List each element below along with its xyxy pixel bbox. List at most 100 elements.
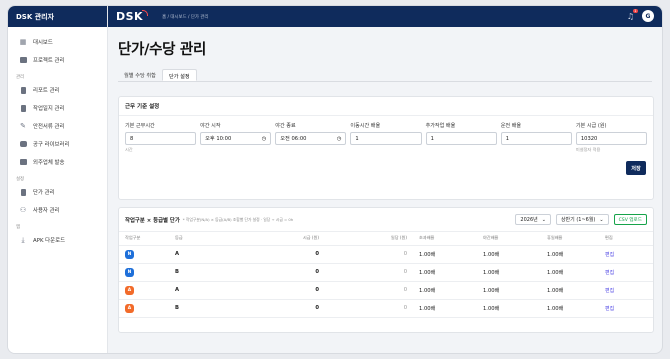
overtime-cell: 1.00배 — [413, 245, 477, 264]
pencil-icon: ✎ — [20, 122, 26, 130]
extra-work-multiplier-input[interactable]: 1 — [425, 132, 497, 145]
overtime-cell: 1.00배 — [413, 299, 477, 318]
download-icon: ⤓ — [21, 235, 25, 244]
chevron-down-icon: ⌄ — [599, 216, 604, 223]
holiday-cell: 1.00배 — [541, 299, 599, 318]
extra-work-multiplier-field: 추가작업 배율 1 — [425, 122, 497, 153]
travel-multiplier-field: 이동시간 배율 1 — [350, 122, 422, 153]
hourly-cell: 0 — [237, 245, 325, 264]
grade-cell: B — [169, 263, 237, 282]
field-hint: 시간 — [125, 147, 133, 152]
base-hours-input[interactable]: 8 — [125, 132, 197, 145]
sidebar-item-tool-library[interactable]: 공구 라이브러리 — [8, 135, 107, 153]
edit-link[interactable]: 편집 — [605, 252, 614, 258]
logo[interactable]: DSK — [116, 10, 149, 23]
hourly-cell: 0 — [237, 263, 325, 282]
travel-multiplier-input[interactable]: 1 — [350, 132, 422, 145]
sidebar-item-label: 안전서류 관리 — [33, 124, 65, 130]
table-row: N A 0 0 1.00배 1.00배 1.00배 편집 — [119, 245, 653, 264]
col-header-overtime: 초과배율 — [413, 232, 477, 246]
page-title: 단가/수당 관리 — [118, 42, 206, 58]
sidebar-section-manage: 관리 — [16, 75, 25, 80]
topbar-actions: ♫ 1 G — [627, 8, 654, 22]
night-cell: 1.00배 — [477, 245, 541, 264]
field-hint: 미설정자 적용 — [575, 147, 601, 152]
field-label: 이동시간 배율 — [350, 123, 381, 129]
night-cell: 1.00배 — [477, 263, 541, 282]
sidebar-item-label: 대시보드 — [33, 40, 53, 46]
daily-cell: 0 — [325, 263, 413, 282]
half-select[interactable]: 상반기 (1~6월) ⌄ — [555, 214, 609, 225]
users-icon: ⚇ — [19, 206, 27, 214]
avatar[interactable]: G — [642, 10, 654, 22]
grade-cell: B — [169, 299, 237, 318]
sidebar-item-dashboard[interactable]: ▦ 대시보드 — [8, 33, 107, 51]
base-hours-field: 기본 근무시간 8 시간 — [125, 122, 197, 153]
rates-table: 작업구분 등급 시급 (원) 일당 (원) 초과배율 야간배율 휴일배율 편집 … — [119, 232, 653, 318]
grid-icon: ▦ — [19, 38, 27, 46]
folder-icon — [19, 57, 27, 64]
field-label: 추가작업 배율 — [425, 123, 456, 129]
grade-cell: A — [169, 281, 237, 300]
night-start-input[interactable]: 오후 10:00 ◷ — [200, 132, 272, 145]
hourly-cell: 0 — [237, 299, 325, 318]
sidebar: DSK 관리자 ▦ 대시보드 프로젝트 관리 관리 리포트 관리 작업일지 관리… — [8, 6, 108, 353]
night-cell: 1.00배 — [477, 281, 541, 300]
sidebar-item-safety-docs[interactable]: ✎ 안전서류 관리 — [8, 117, 107, 135]
sidebar-section-misc: 앱 — [16, 225, 21, 230]
hourly-cell: 0 — [237, 281, 325, 300]
night-end-input[interactable]: 오전 06:00 ◷ — [275, 132, 347, 145]
sidebar-section-settings: 설정 — [16, 177, 25, 182]
topbar: DSK 홈 / 대시보드 / 단가 관리 ♫ 1 G — [108, 6, 662, 27]
sidebar-item-label: 리포트 관리 — [33, 88, 60, 94]
sidebar-item-reports[interactable]: 리포트 관리 — [8, 81, 107, 99]
daily-cell: 0 — [325, 281, 413, 300]
breadcrumb: 홈 / 대시보드 / 단가 관리 — [162, 14, 209, 20]
table-row: A A 0 0 1.00배 1.00배 1.00배 편집 — [119, 281, 653, 300]
base-hourly-wage-input[interactable]: 10320 — [575, 132, 647, 145]
csv-upload-button[interactable]: CSV 업로드 — [613, 214, 647, 225]
tabs: 월별 수당 취합 단가 설정 — [118, 69, 652, 82]
night-end-field: 야간 종료 오전 06:00 ◷ — [275, 122, 347, 153]
tab-monthly-allowance[interactable]: 월별 수당 취합 — [118, 69, 162, 81]
edit-link[interactable]: 편집 — [605, 306, 614, 312]
document-icon — [19, 188, 27, 196]
work-criteria-card: 근무 기준 설정 기본 근무시간 8 시간 야간 시작 오후 10:00 ◷ 야간… — [118, 96, 654, 200]
driving-multiplier-input[interactable]: 1 — [500, 132, 572, 145]
year-select[interactable]: 2026년 ⌄ — [515, 214, 551, 225]
sidebar-item-users[interactable]: ⚇ 사용자 관리 — [8, 201, 107, 219]
edit-link[interactable]: 편집 — [605, 270, 614, 276]
daily-cell: 0 — [325, 245, 413, 264]
sidebar-item-projects[interactable]: 프로젝트 관리 — [8, 51, 107, 69]
driving-multiplier-field: 운전 배율 1 — [500, 122, 572, 153]
daily-cell: 0 — [325, 299, 413, 318]
rates-header: 작업구분 × 등급별 단가 * 작업구분(N/A) × 등급(A/B) 조합별 … — [119, 208, 653, 232]
overtime-cell: 1.00배 — [413, 281, 477, 300]
document-icon — [19, 104, 27, 112]
col-header-night: 야간배율 — [477, 232, 541, 246]
app-window: DSK 관리자 ▦ 대시보드 프로젝트 관리 관리 리포트 관리 작업일지 관리… — [7, 5, 663, 354]
work-criteria-title: 근무 기준 설정 — [119, 97, 653, 116]
grade-cell: A — [169, 245, 237, 264]
col-header-edit: 편집 — [599, 232, 653, 246]
bell-icon[interactable]: ♫ 1 — [627, 8, 638, 21]
rates-title: 작업구분 × 등급별 단가 — [125, 217, 180, 224]
edit-link[interactable]: 편집 — [605, 288, 614, 294]
type-badge-a: A — [125, 285, 134, 295]
save-button[interactable]: 저장 — [626, 161, 646, 175]
sidebar-item-worklogs[interactable]: 작업일지 관리 — [8, 99, 107, 117]
sidebar-item-apk-download[interactable]: ⤓ APK 다운로드 — [8, 231, 107, 249]
col-header-grade: 등급 — [169, 232, 237, 246]
rates-card: 작업구분 × 등급별 단가 * 작업구분(N/A) × 등급(A/B) 조합별 … — [118, 207, 654, 333]
criteria-fields: 기본 근무시간 8 시간 야간 시작 오후 10:00 ◷ 야간 종료 오전 06… — [119, 116, 653, 153]
sidebar-item-outsourcing[interactable]: 외주업체 발송 — [8, 153, 107, 171]
mail-icon — [19, 159, 27, 166]
sidebar-item-rates[interactable]: 단가 관리 — [8, 183, 107, 201]
field-label: 운전 배율 — [500, 123, 522, 129]
night-cell: 1.00배 — [477, 299, 541, 318]
col-header-daily: 일당 (원) — [325, 232, 413, 246]
field-label: 기본 근무시간 — [125, 123, 155, 129]
sidebar-item-label: 공구 라이브러리 — [33, 142, 70, 148]
sidebar-item-label: 프로젝트 관리 — [33, 58, 65, 64]
tab-rate-settings[interactable]: 단가 설정 — [161, 69, 197, 81]
